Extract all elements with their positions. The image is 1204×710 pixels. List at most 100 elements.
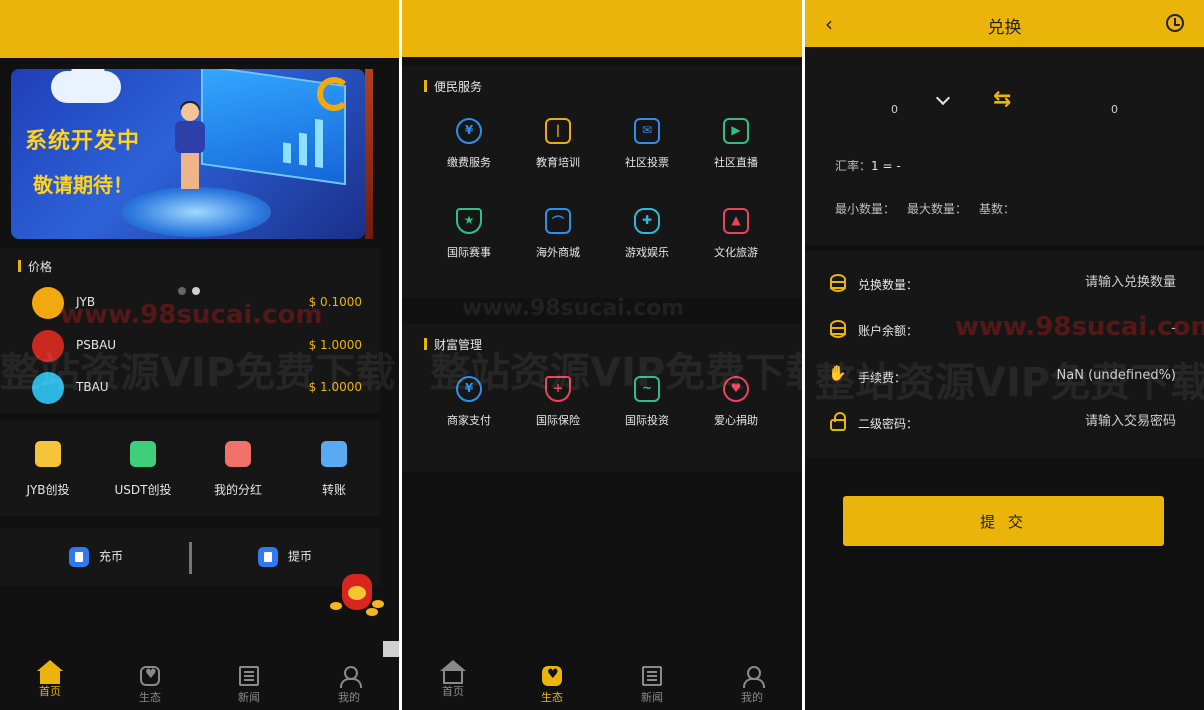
fee-value: NaN (undefined%) — [1056, 368, 1176, 383]
watermark-domain: www.98sucai.com — [462, 296, 685, 321]
tab-bar: 首页 生态 新闻 我的 — [402, 660, 802, 710]
coins-icon — [830, 274, 846, 292]
jyb-coin-icon — [32, 287, 64, 319]
action-label: JYB创投 — [26, 483, 70, 497]
amount-input[interactable] — [976, 275, 1176, 290]
coin-price: $ 1.0000 — [308, 338, 362, 352]
tab-profile[interactable]: 我的 — [319, 666, 379, 705]
tab-ecology[interactable]: 生态 — [522, 666, 582, 705]
service-education[interactable]: | 教育培训 — [523, 118, 593, 170]
from-amount[interactable]: 0 — [891, 103, 898, 116]
service-games[interactable]: ✚ 游戏娱乐 — [612, 208, 682, 260]
ecology-screen: 便民服务 ¥ 缴费服务 | 教育培训 ✉ 社区投票 ▶ 社区直播 ★ 国际赛事 … — [402, 0, 802, 710]
tab-home[interactable]: 首页 — [423, 660, 483, 699]
service-vote[interactable]: ✉ 社区投票 — [612, 118, 682, 170]
base-label: 基数： — [979, 202, 1016, 216]
tab-home[interactable]: 首页 — [20, 660, 80, 699]
status-header — [402, 0, 802, 57]
recharge-button[interactable]: 充币 — [69, 547, 123, 567]
services-section: 便民服务 ¥ 缴费服务 | 教育培训 ✉ 社区投票 ▶ 社区直播 ★ 国际赛事 … — [402, 66, 802, 298]
scrollbar-handle[interactable] — [383, 641, 399, 657]
price-section-title: 价格 — [18, 258, 52, 275]
rate-label: 汇率： — [835, 159, 872, 173]
chevron-down-icon[interactable] — [935, 90, 951, 106]
banner-pagination[interactable] — [178, 280, 206, 299]
service-label: 教育培训 — [536, 156, 580, 169]
tab-bar: 首页 生态 新闻 我的 — [0, 660, 399, 710]
action-label: USDT创投 — [114, 483, 172, 497]
min-label: 最小数量： — [835, 202, 896, 216]
action-my-dividends[interactable]: 我的分红 — [193, 441, 283, 498]
to-amount[interactable]: 0 — [1111, 103, 1118, 116]
hand-coin-icon — [828, 364, 847, 385]
wallet-icon — [69, 547, 89, 567]
finance-charity[interactable]: ♥ 爱心捐助 — [701, 376, 771, 428]
service-label: 社区投票 — [625, 156, 669, 169]
tab-label: 首页 — [39, 685, 61, 698]
cloud-icon — [51, 69, 121, 103]
ecology-icon — [140, 666, 160, 686]
fee-row: 手续费： NaN (undefined%) — [828, 364, 1176, 389]
action-label: 转账 — [321, 483, 346, 497]
service-live[interactable]: ▶ 社区直播 — [701, 118, 771, 170]
service-travel[interactable]: ▲ 文化旅游 — [701, 208, 771, 260]
pagination-dot[interactable] — [178, 287, 186, 295]
coin-row-psbau[interactable]: PSBAU $ 1.0000 — [32, 330, 362, 362]
action-transfer[interactable]: 转账 — [289, 441, 379, 498]
service-label: 海外商城 — [536, 246, 580, 259]
finance-label: 爱心捐助 — [714, 414, 758, 427]
balance-row: 账户余额： - — [830, 318, 1176, 342]
balance-label: 账户余额： — [858, 324, 919, 338]
payment-icon: ¥ — [456, 118, 482, 144]
coins-icon — [830, 320, 846, 338]
jyb-invest-icon — [35, 441, 61, 467]
news-icon — [239, 666, 259, 686]
submit-button[interactable]: 提 交 — [843, 496, 1164, 546]
coin-name: TBAU — [76, 380, 109, 394]
password-row[interactable]: 二级密码： — [830, 411, 1176, 435]
service-shop[interactable]: ⌒ 海外商城 — [523, 208, 593, 260]
merchant-pay-icon: ¥ — [456, 376, 482, 402]
action-jyb-invest[interactable]: JYB创投 — [3, 441, 93, 498]
promo-banner[interactable]: 系统开发中 敬请期待！ — [11, 69, 365, 239]
finance-merchant-pay[interactable]: ¥ 商家支付 — [434, 376, 504, 428]
tab-label: 新闻 — [238, 691, 260, 704]
amount-row[interactable]: 兑换数量： — [830, 272, 1176, 296]
person-illustration — [173, 101, 207, 189]
pagination-dot-active[interactable] — [192, 287, 200, 295]
swap-icon[interactable] — [993, 87, 1015, 113]
tab-profile[interactable]: 我的 — [722, 666, 782, 705]
tab-news[interactable]: 新闻 — [622, 666, 682, 705]
password-input[interactable] — [976, 414, 1176, 429]
balance-value: - — [1171, 321, 1176, 336]
exchange-form: 兑换数量： 账户余额： - 手续费： NaN (undefined%) 二级密码… — [805, 251, 1204, 458]
tab-label: 生态 — [139, 691, 161, 704]
tab-label: 生态 — [541, 691, 563, 704]
red-envelope-icon[interactable] — [330, 566, 388, 618]
tab-label: 新闻 — [641, 691, 663, 704]
service-payment[interactable]: ¥ 缴费服务 — [434, 118, 504, 170]
finance-label: 商家支付 — [447, 414, 491, 427]
tab-news[interactable]: 新闻 — [219, 666, 279, 705]
divider — [189, 542, 192, 574]
services-title: 便民服务 — [424, 78, 482, 95]
action-usdt-invest[interactable]: USDT创投 — [98, 441, 188, 498]
travel-icon: ▲ — [723, 208, 749, 234]
user-icon — [339, 666, 362, 688]
finance-investment[interactable]: ~ 国际投资 — [612, 376, 682, 428]
header-bar: ‹ 兑换 — [805, 0, 1204, 47]
service-label: 缴费服务 — [447, 156, 491, 169]
service-label: 文化旅游 — [714, 246, 758, 259]
finance-title: 财富管理 — [424, 336, 482, 353]
investment-chart-icon: ~ — [634, 376, 660, 402]
amount-label: 兑换数量： — [858, 278, 919, 292]
service-events[interactable]: ★ 国际赛事 — [434, 208, 504, 260]
tab-ecology[interactable]: 生态 — [120, 666, 180, 705]
tab-label: 首页 — [442, 685, 464, 698]
transfer-icon — [321, 441, 347, 467]
coin-row-tbau[interactable]: TBAU $ 1.0000 — [32, 372, 362, 404]
history-icon[interactable] — [1166, 14, 1184, 32]
banner-title: 系统开发中 — [25, 129, 141, 154]
finance-insurance[interactable]: + 国际保险 — [523, 376, 593, 428]
withdraw-button[interactable]: 提币 — [258, 547, 312, 567]
